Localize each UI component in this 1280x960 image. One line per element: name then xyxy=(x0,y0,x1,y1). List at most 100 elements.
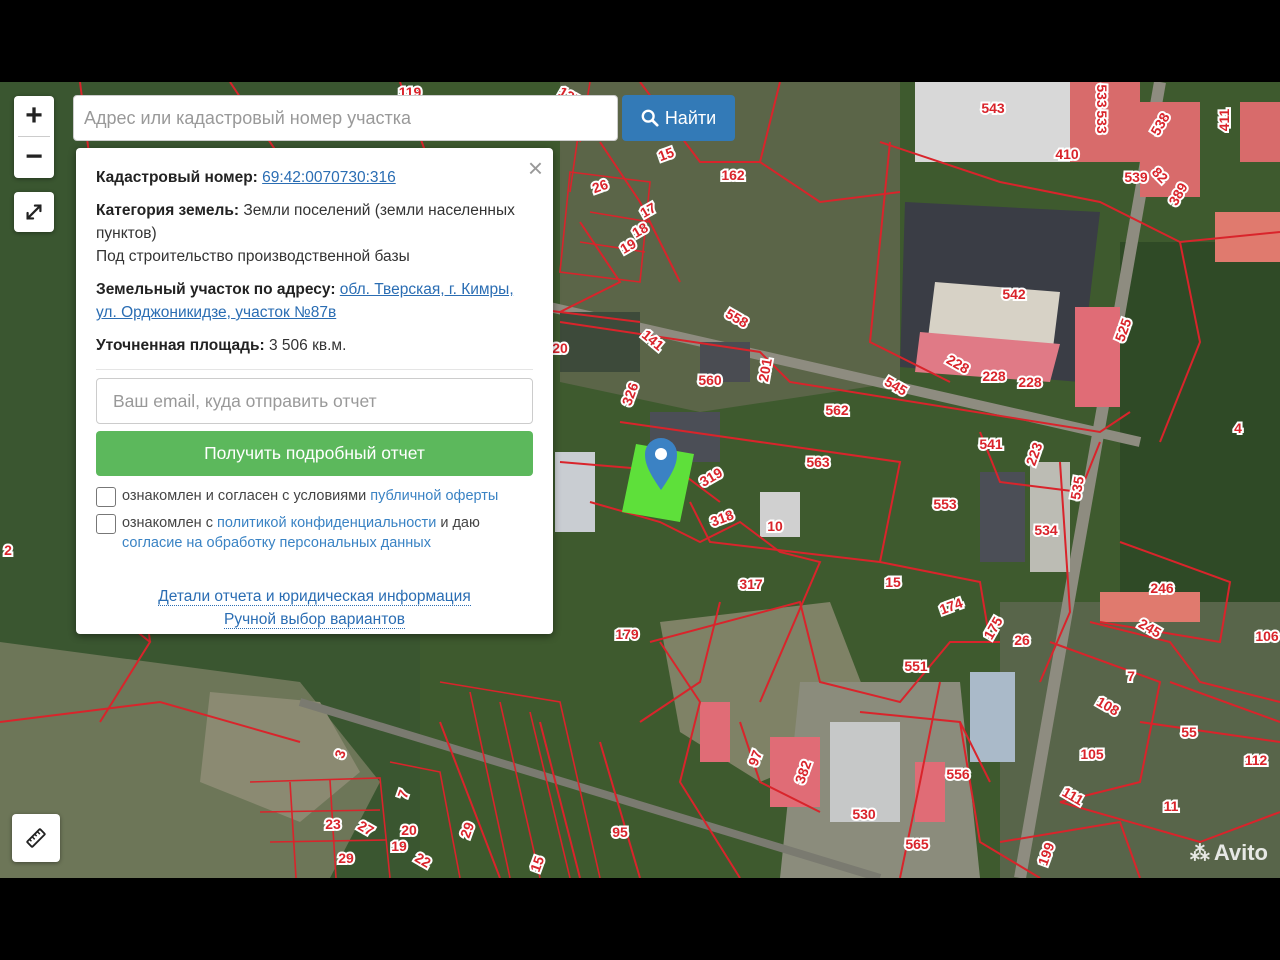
parcel-label-text: 11 xyxy=(1164,798,1179,814)
parcel-label-text: 542 xyxy=(1002,286,1026,302)
zoom-controls: + − xyxy=(14,96,54,178)
parcel-label-text: 95 xyxy=(612,824,628,840)
manual-row: Ручной выбор вариантов xyxy=(96,608,533,631)
privacy-mid-text: и даю xyxy=(440,515,480,531)
cadastral-label: Кадастровый номер: xyxy=(96,169,258,186)
parcel-label: 26 xyxy=(1012,630,1032,650)
parcel-label: 556 xyxy=(944,764,972,784)
parcel-label-text: 2 xyxy=(4,542,12,558)
parcel-label-text: 29 xyxy=(338,850,354,866)
close-icon[interactable]: × xyxy=(528,155,543,181)
parcel-label: 162 xyxy=(719,165,747,185)
parcel-label-text: 410 xyxy=(1055,146,1079,162)
parcel-label: 562 xyxy=(823,400,851,420)
privacy-text: ознакомлен с xyxy=(122,515,213,531)
avito-logo-icon: ⁂ xyxy=(1189,842,1210,865)
personal-data-consent-link[interactable]: согласие на обработку персональных данны… xyxy=(122,535,431,551)
parcel-label-text: 20 xyxy=(401,822,417,838)
privacy-policy-link[interactable]: политикой конфиденциальности xyxy=(217,515,436,531)
parcel-label-text: 23 xyxy=(325,816,341,832)
watermark-text: Avito xyxy=(1213,840,1268,865)
parcel-label-text: 565 xyxy=(905,836,929,852)
parcel-label-text: 411 xyxy=(1216,108,1232,131)
parcel-label-text: 317 xyxy=(739,576,763,592)
parcel-label-text: 10 xyxy=(767,518,783,534)
parcel-label: 4 xyxy=(1232,418,1244,438)
parcel-label: 530 xyxy=(850,804,878,824)
details-row: Детали отчета и юридическая информация xyxy=(96,585,533,608)
area-value: 3 506 кв.м. xyxy=(269,337,347,354)
address-row: Земельный участок по адресу: обл. Тверск… xyxy=(96,278,533,324)
avito-watermark: ⁂ Avito xyxy=(1190,840,1268,866)
cadastral-number-link[interactable]: 69:42:0070730:316 xyxy=(262,169,396,186)
parcel-label-text: 55 xyxy=(1181,724,1197,740)
parcel-label: 11 xyxy=(1162,796,1181,816)
ruler-icon xyxy=(26,828,46,848)
parcel-label-text: 553 xyxy=(933,496,957,512)
parcel-label: 7 xyxy=(1125,666,1137,686)
ruler-button[interactable] xyxy=(12,814,60,862)
parcel-label-text: 562 xyxy=(825,402,849,418)
parcel-info-panel: × Кадастровый номер: 69:42:0070730:316 К… xyxy=(76,148,553,634)
parcel-label: 55 xyxy=(1179,722,1199,742)
area-label: Уточненная площадь: xyxy=(96,337,265,354)
public-offer-link[interactable]: публичной оферты xyxy=(370,488,498,504)
parcel-label: 105 xyxy=(1078,744,1106,764)
parcel-label-text: 556 xyxy=(946,766,970,782)
email-field[interactable] xyxy=(96,378,533,424)
fullscreen-button[interactable] xyxy=(14,192,54,232)
parcel-label: 542 xyxy=(1000,284,1028,304)
parcel-label: 533 xyxy=(1092,108,1112,136)
parcel-label: 533 xyxy=(1092,82,1112,110)
category-label: Категория земель: xyxy=(96,202,240,219)
find-button-label: Найти xyxy=(664,107,717,128)
parcel-label-text: 228 xyxy=(982,368,1006,384)
cadastral-row: Кадастровый номер: 69:42:0070730:316 xyxy=(96,166,533,189)
parcel-label: 553 xyxy=(931,494,959,514)
parcel-label-text: 105 xyxy=(1080,746,1104,762)
parcel-label: 29 xyxy=(336,848,356,868)
parcel-label-text: 106 xyxy=(1255,628,1279,644)
parcel-label-text: 539 xyxy=(1124,169,1148,185)
parcel-label: 15 xyxy=(883,572,903,592)
parcel-label-text: 543 xyxy=(981,100,1005,116)
parcel-label: 563 xyxy=(804,452,832,472)
offer-checkbox[interactable] xyxy=(96,487,116,507)
find-button[interactable]: Найти xyxy=(622,95,735,141)
zoom-out-button[interactable]: − xyxy=(14,137,54,177)
area-row: Уточненная площадь: 3 506 кв.м. xyxy=(96,334,533,357)
get-report-button[interactable]: Получить подробный отчет xyxy=(96,431,533,476)
parcel-label: 228 xyxy=(1016,372,1044,392)
parcel-label-text: 563 xyxy=(806,454,830,470)
privacy-checkbox[interactable] xyxy=(96,514,116,534)
parcel-label: 560 xyxy=(696,370,724,390)
fullscreen-icon xyxy=(26,204,42,220)
parcel-label: 23 xyxy=(323,814,343,834)
parcel-label-text: 541 xyxy=(979,436,1003,452)
parcel-label: 543 xyxy=(979,98,1007,118)
report-details-link[interactable]: Детали отчета и юридическая информация xyxy=(158,588,471,606)
building xyxy=(915,82,1075,162)
parcel-label-text: 560 xyxy=(698,372,722,388)
manual-selection-link[interactable]: Ручной выбор вариантов xyxy=(223,611,406,629)
parcel-label-text: 15 xyxy=(885,574,901,590)
parcel-label: 565 xyxy=(903,834,931,854)
usage-text: Под строительство производственной базы xyxy=(96,248,410,265)
parcel-label-text: 4 xyxy=(1234,420,1242,436)
parcel-label: 95 xyxy=(610,822,630,842)
parcel-label-text: 533 xyxy=(1094,84,1110,108)
parcel-label-text: 530 xyxy=(852,806,876,822)
parcel-label: 10 xyxy=(765,516,785,536)
zoom-in-button[interactable]: + xyxy=(14,96,54,136)
parcel-label: 112 xyxy=(1243,750,1270,770)
privacy-agreement: ознакомлен с политикой конфиденциальност… xyxy=(96,513,533,553)
parcel-label-text: 112 xyxy=(1245,752,1268,768)
parcel-label: 19 xyxy=(389,836,409,856)
parcel-label: 541 xyxy=(977,434,1005,454)
parcel-label: 551 xyxy=(902,656,930,676)
parcel-label-text: 162 xyxy=(721,167,745,183)
parcel-label: 106 xyxy=(1253,626,1280,646)
search-input[interactable] xyxy=(73,95,618,141)
offer-agreement: ознакомлен и согласен с условиями публич… xyxy=(96,486,533,507)
parcel-label: 20 xyxy=(399,820,419,840)
